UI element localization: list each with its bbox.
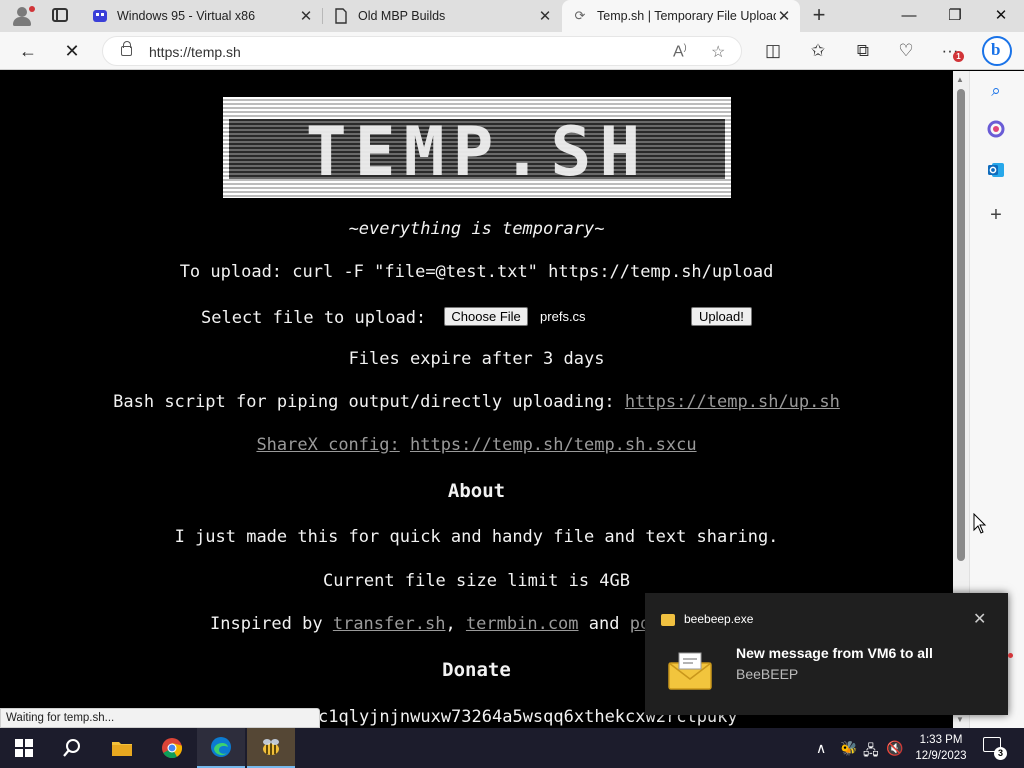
tab-temp-sh[interactable]: ⟳ Temp.sh | Temporary File Upload ✕ <box>562 0 800 32</box>
tab-bar: Windows 95 - Virtual x86 ✕ Old MBP Build… <box>0 0 1024 32</box>
chrome-button[interactable] <box>148 728 196 768</box>
inspired-label: Inspired by <box>210 614 323 634</box>
loading-icon: ⟳ <box>574 8 586 23</box>
volume-muted-icon[interactable]: 🔇 <box>886 740 903 757</box>
tab-label: Old MBP Builds <box>358 9 446 23</box>
inspired-and: and <box>588 614 620 634</box>
system-clock[interactable]: 1:33 PM 12/9/2023 <box>911 732 971 764</box>
search-icon <box>63 739 80 757</box>
temp-sh-logo: TEMP.SH <box>223 97 731 198</box>
browser-essentials-icon[interactable]: ♡ <box>894 40 918 62</box>
back-button[interactable]: ← <box>13 37 43 65</box>
tagline: ~everything is temporary~ <box>348 219 605 239</box>
tab-windows95[interactable]: Windows 95 - Virtual x86 ✕ <box>82 0 322 32</box>
add-sidebar-app-icon[interactable]: + <box>985 204 1007 226</box>
bash-script-label: Bash script for piping output/directly u… <box>113 392 615 412</box>
beebeep-bee-icon <box>263 739 279 755</box>
choose-file-button[interactable]: Choose File <box>444 307 528 326</box>
search-icon[interactable]: ⌕ <box>985 80 1007 102</box>
favorite-star-icon[interactable]: ☆ <box>711 42 725 62</box>
sharex-config-link[interactable]: https://temp.sh/temp.sh.sxcu <box>410 435 697 455</box>
office-icon[interactable] <box>985 120 1007 142</box>
tab-old-mbp-builds[interactable]: Old MBP Builds ✕ <box>323 0 561 32</box>
collections-icon[interactable]: ⧉ <box>851 40 875 62</box>
close-tab-icon[interactable]: ✕ <box>776 7 792 25</box>
status-bar: Waiting for temp.sh... <box>0 708 320 728</box>
document-icon <box>335 8 347 24</box>
bing-chat-icon[interactable]: b <box>982 36 1012 66</box>
bash-script-link[interactable]: https://temp.sh/up.sh <box>625 392 840 412</box>
file-explorer-button[interactable] <box>98 728 146 768</box>
profile-icon[interactable] <box>10 5 35 27</box>
size-limit-text: Current file size limit is 4GB <box>322 571 631 591</box>
outlook-icon[interactable] <box>985 161 1007 183</box>
transfer-sh-link[interactable]: transfer.sh <box>333 614 446 634</box>
restore-button[interactable]: ❐ <box>932 0 978 32</box>
selected-file-name: prefs.cs <box>540 309 586 324</box>
close-window-button[interactable]: ✕ <box>978 0 1024 32</box>
expiry-text: Files expire after 3 days <box>348 349 605 369</box>
scroll-up-arrow-icon[interactable]: ▲ <box>956 75 964 84</box>
tab-label: Temp.sh | Temporary File Upload <box>597 9 776 23</box>
address-bar[interactable]: https://temp.sh A) ☆ <box>102 36 742 66</box>
edge-button[interactable] <box>197 728 245 768</box>
sidebar-alert-dot <box>1008 653 1013 658</box>
beebeep-small-icon <box>661 614 675 626</box>
about-heading: About <box>447 480 506 502</box>
tab-actions-icon[interactable] <box>52 8 68 22</box>
inspired-comma: , <box>445 614 456 634</box>
chrome-icon <box>162 738 183 759</box>
logo-text: TEMP.SH <box>305 113 649 192</box>
folder-icon <box>112 742 132 756</box>
v86-favicon-icon <box>93 10 107 22</box>
sharex-config-label-link[interactable]: ShareX config: <box>256 435 399 455</box>
clock-time: 1:33 PM <box>919 734 963 746</box>
toast-close-icon[interactable]: ✕ <box>973 609 986 629</box>
notification-count: 3 <box>994 747 1007 760</box>
upload-hint: To upload: curl -F "file=@test.txt" http… <box>179 262 774 282</box>
select-file-label: Select file to upload: <box>201 308 427 328</box>
read-aloud-icon[interactable]: A) <box>673 42 687 61</box>
sharex-line: ShareX config: https://temp.sh/temp.sh.s… <box>0 435 953 455</box>
network-icon[interactable]: 🖧 <box>863 740 879 764</box>
envelope-icon <box>668 652 712 690</box>
stop-loading-button[interactable]: ✕ <box>57 37 87 65</box>
toast-app-name: beebeep.exe <box>684 612 754 626</box>
navigation-bar: ← ✕ https://temp.sh A) ☆ ◫ ✩ ⧉ ♡ ··· <box>0 32 1024 70</box>
toast-title: New message from VM6 to all <box>736 645 933 661</box>
lock-icon[interactable] <box>121 41 132 56</box>
close-tab-icon[interactable]: ✕ <box>298 7 314 25</box>
windows-taskbar: ∧ 🐝 🖧 🔇 1:33 PM 12/9/2023 3 <box>0 728 1024 768</box>
toast-subtitle: BeeBEEP <box>736 666 799 682</box>
tray-beebeep-icon[interactable]: 🐝 <box>840 740 857 757</box>
scroll-down-arrow-icon[interactable]: ▼ <box>956 715 964 724</box>
scrollbar-thumb[interactable] <box>957 89 965 561</box>
action-center-button[interactable]: 3 <box>983 737 1007 760</box>
close-tab-icon[interactable]: ✕ <box>537 7 553 25</box>
show-hidden-icons-chevron-icon[interactable]: ∧ <box>816 740 826 757</box>
notification-badge: 1 <box>953 51 964 62</box>
beebeep-button[interactable] <box>247 728 295 768</box>
termbin-link[interactable]: termbin.com <box>466 614 579 634</box>
upload-form: Select file to upload: Choose File prefs… <box>201 307 586 328</box>
start-button[interactable] <box>0 728 48 768</box>
new-tab-button[interactable]: + <box>808 2 830 28</box>
about-text: I just made this for quick and handy fil… <box>174 527 779 547</box>
edge-icon <box>211 737 231 757</box>
notification-toast[interactable]: beebeep.exe ✕ New message from VM6 to al… <box>645 593 1008 715</box>
minimize-button[interactable]: — <box>886 0 932 32</box>
split-screen-icon[interactable]: ◫ <box>761 40 785 62</box>
clock-date: 12/9/2023 <box>915 750 967 762</box>
favorites-icon[interactable]: ✩ <box>806 40 830 62</box>
windows-logo-icon <box>15 739 33 757</box>
bash-script-line: Bash script for piping output/directly u… <box>0 392 953 412</box>
tab-label: Windows 95 - Virtual x86 <box>117 9 256 23</box>
upload-button[interactable]: Upload! <box>691 307 752 326</box>
url-text: https://temp.sh <box>149 44 241 60</box>
taskbar-search-button[interactable] <box>48 728 96 768</box>
mouse-cursor-icon <box>973 513 987 534</box>
